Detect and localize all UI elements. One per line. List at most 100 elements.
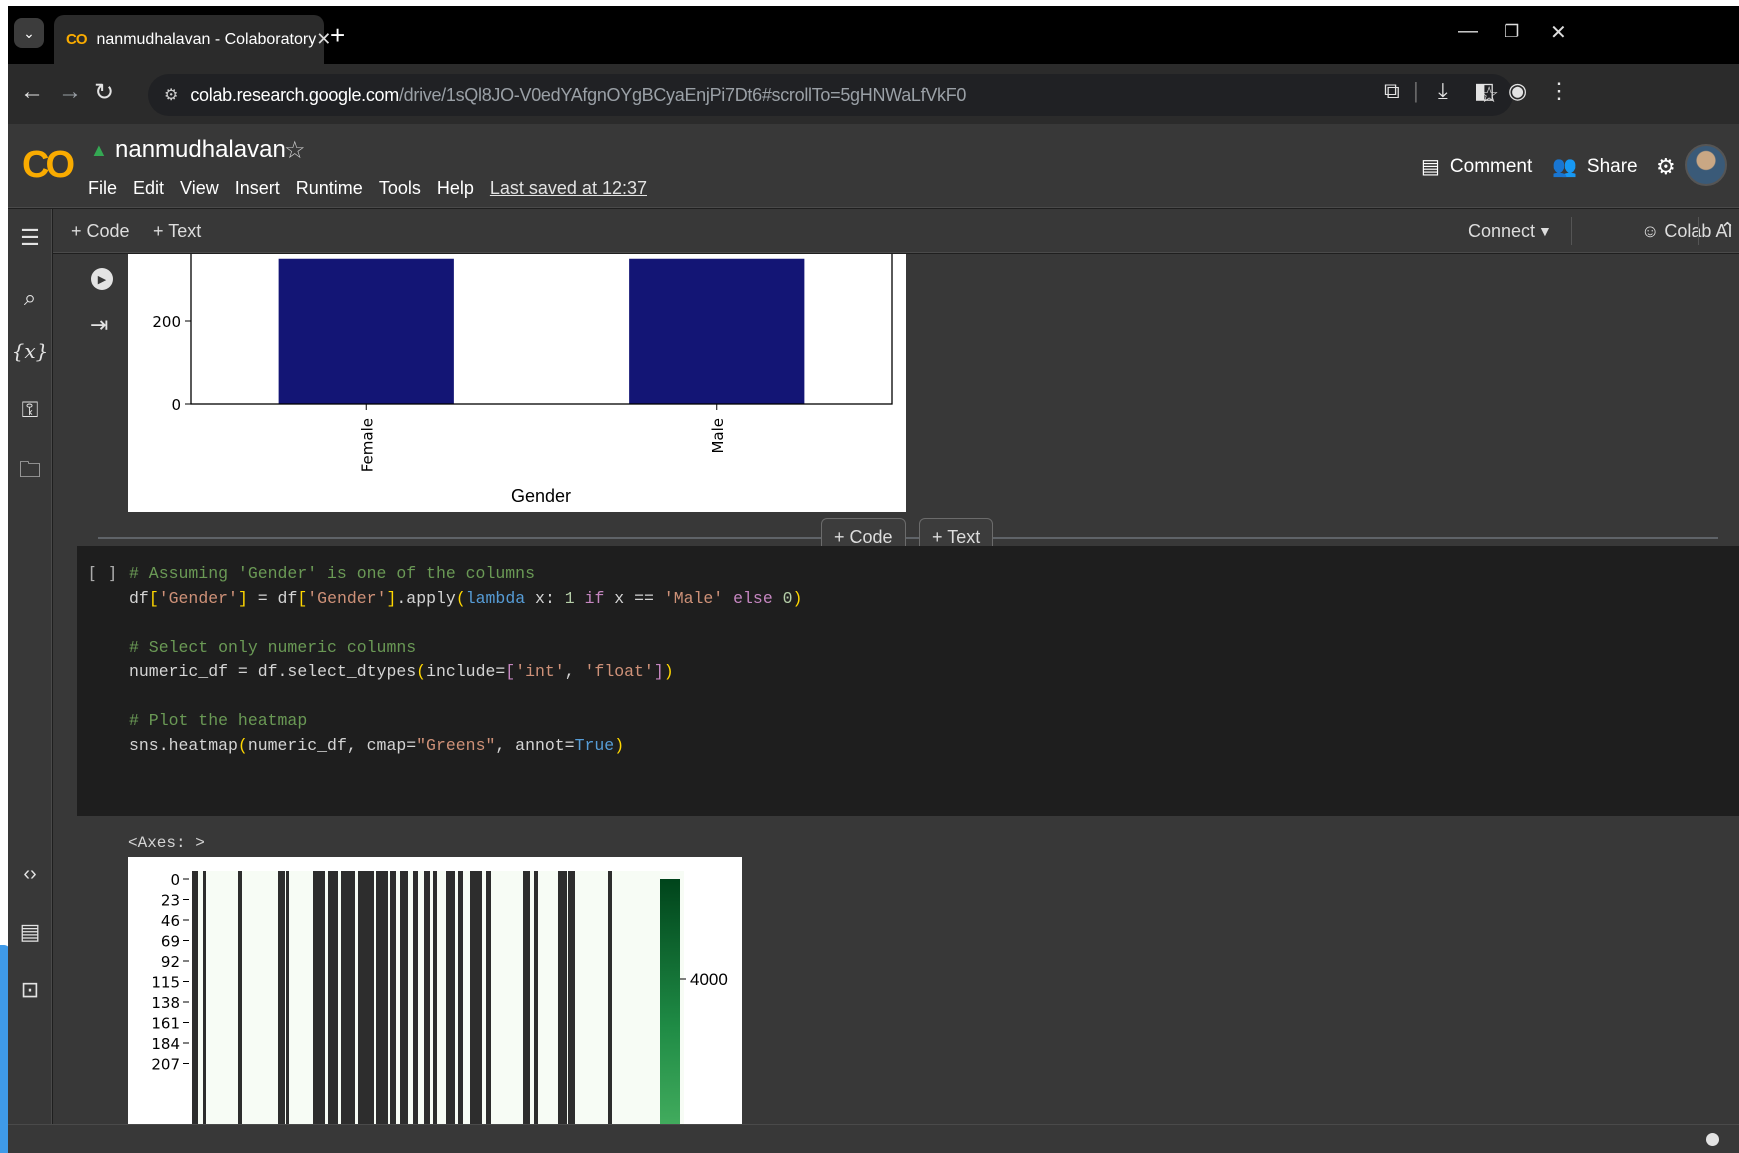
connect-button[interactable]: Connect <box>1468 221 1535 242</box>
star-icon[interactable]: ☆ <box>284 136 306 165</box>
restore-icon[interactable]: ❐ <box>1504 22 1519 42</box>
tab-search-button[interactable]: ⌄ <box>14 18 44 48</box>
colab-ai-icon: ☺ <box>1641 221 1660 241</box>
heatmap-annotation-column <box>458 871 463 1124</box>
browser-toolbar: ← → ↻ ⚙ colab.research.google.com/drive/… <box>8 64 1739 124</box>
code-snippets-icon[interactable]: ‹› <box>8 863 52 886</box>
back-arrow-icon[interactable]: ← <box>20 78 44 106</box>
heatmap-svg: 0 23 46 69 92 115 138 161 184 207 4000 <box>151 871 728 1124</box>
x-axis-label: Gender <box>511 486 571 506</box>
caret-down-icon[interactable]: ▼ <box>1538 223 1552 239</box>
code-editor[interactable]: # Assuming 'Gender' is one of the column… <box>129 562 802 758</box>
add-text-button[interactable]: + Text <box>153 221 201 242</box>
share-label: Share <box>1586 155 1638 177</box>
kebab-menu-icon[interactable]: ⋮ <box>1548 78 1570 104</box>
heatmap-y-tick-label: 69 <box>161 933 180 951</box>
execution-count[interactable]: [ ] <box>87 564 118 584</box>
people-icon: 👥 <box>1552 156 1577 178</box>
code-comment: # Select only numeric columns <box>129 637 417 657</box>
heatmap-annotation-column <box>523 871 530 1124</box>
colorbar <box>660 879 680 1124</box>
search-icon[interactable]: ⌕ <box>8 285 52 311</box>
tab-title: nanmudhalavan - Colaboratory <box>96 30 317 48</box>
code-comment: # Assuming 'Gender' is one of the column… <box>129 564 535 583</box>
heatmap-annotation-column <box>400 871 408 1124</box>
heatmap-annotation-column <box>433 871 437 1124</box>
cell-divider <box>98 537 1718 539</box>
menu-file[interactable]: File <box>88 178 117 199</box>
status-indicator[interactable] <box>1706 1133 1719 1146</box>
menu-help[interactable]: Help <box>437 178 474 199</box>
menu-edit[interactable]: Edit <box>133 178 164 199</box>
command-palette-icon[interactable]: ▤ <box>8 919 52 945</box>
heatmap-annotation-column <box>376 871 388 1124</box>
code-comment: # Plot the heatmap <box>129 711 308 730</box>
site-info-icon[interactable]: ⚙ <box>164 85 178 105</box>
heatmap-annotation-column <box>486 871 491 1124</box>
heatmap-annotation-column <box>413 871 418 1124</box>
variables-icon[interactable]: {x} <box>8 339 52 363</box>
url-text: colab.research.google.com/drive/1sQl8JO-… <box>190 84 967 105</box>
heatmap-y-tick-label: 138 <box>151 994 180 1012</box>
menu-runtime[interactable]: Runtime <box>296 178 363 199</box>
heatmap-y-tick-label: 0 <box>170 871 180 889</box>
heatmap-y-tick-label: 92 <box>161 953 180 971</box>
heatmap-annotation-column <box>341 871 355 1124</box>
address-bar[interactable]: ⚙ colab.research.google.com/drive/1sQl8J… <box>148 74 1513 116</box>
key-icon[interactable]: ⚿ <box>8 397 52 423</box>
heatmap-y-tick-label: 46 <box>161 912 180 930</box>
x-tick-label: Female <box>358 418 376 472</box>
x-tick-label: Male <box>709 418 727 454</box>
side-panel-icon[interactable]: ◧ <box>1474 78 1495 104</box>
browser-window: ⌄ CO nanmudhalavan - Colaboratory ✕ + — … <box>8 6 1739 1153</box>
heatmap-annotation-column <box>313 871 325 1124</box>
bar-male <box>629 258 805 404</box>
reload-icon[interactable]: ↻ <box>94 78 114 107</box>
heatmap-annotation-column <box>203 871 206 1124</box>
run-cell-icon[interactable]: ▶ <box>91 268 113 290</box>
share-button[interactable]: 👥 Share <box>1552 154 1638 179</box>
comment-button[interactable]: ▤ Comment <box>1421 154 1532 179</box>
toolbar-divider <box>1698 217 1699 245</box>
window-close-icon[interactable]: ✕ <box>1550 20 1567 45</box>
heatmap-annotation-column <box>558 871 567 1124</box>
heatmap-annotation-column <box>328 871 338 1124</box>
y-tick-label: 200 <box>152 313 181 331</box>
add-code-button[interactable]: + Code <box>71 221 130 242</box>
colab-favicon-icon: CO <box>66 31 87 48</box>
heatmap-annotation-column <box>608 871 612 1124</box>
last-saved-link[interactable]: Last saved at 12:37 <box>490 178 647 199</box>
settings-button[interactable]: ⚙ <box>1656 154 1676 180</box>
output-actions-icon[interactable]: ⇥ <box>90 312 108 338</box>
folder-icon[interactable]: 🗀 <box>8 453 52 491</box>
heatmap-annotation-column <box>424 871 430 1124</box>
menu-view[interactable]: View <box>180 178 219 199</box>
google-drive-icon[interactable]: ▲ <box>90 140 108 161</box>
terminal-icon[interactable]: ⊡ <box>8 977 52 1003</box>
toc-icon[interactable]: ☰ <box>8 225 52 251</box>
heatmap-y-tick-label: 207 <box>151 1056 180 1074</box>
notebook-toolbar: + Code + Text Connect ▼ ☺ Colab AI ⌃ <box>53 209 1739 253</box>
menu-tools[interactable]: Tools <box>379 178 421 199</box>
comment-label: Comment <box>1449 155 1533 177</box>
extensions-icon[interactable]: ⧉ <box>1384 78 1400 104</box>
notebook-content: ▶ ⇥ 0 200 Female Male Gender + Code + Text… <box>53 254 1739 1124</box>
avatar[interactable] <box>1685 144 1727 186</box>
heatmap-annotation-column <box>286 871 289 1124</box>
collapse-icon[interactable]: ⌃ <box>1720 219 1735 240</box>
status-bar <box>8 1124 1739 1153</box>
minimize-icon[interactable]: — <box>1458 20 1478 43</box>
colab-ai-button[interactable]: ☺ Colab AI <box>1641 221 1732 242</box>
colab-logo[interactable]: CO <box>22 144 75 187</box>
menu-insert[interactable]: Insert <box>235 178 280 199</box>
browser-tab[interactable]: CO nanmudhalavan - Colaboratory ✕ <box>54 15 331 64</box>
profile-icon[interactable]: ◉ <box>1508 78 1527 104</box>
forward-arrow-icon[interactable]: → <box>58 78 82 106</box>
tab-strip: ⌄ CO nanmudhalavan - Colaboratory ✕ + — … <box>8 6 1739 64</box>
download-icon[interactable]: ⤓ <box>1438 78 1448 104</box>
code-cell[interactable]: [ ] # Assuming 'Gender' is one of the co… <box>77 546 1739 816</box>
new-tab-button[interactable]: + <box>330 20 345 51</box>
heatmap-y-tick-label: 115 <box>151 974 180 992</box>
notebook-title[interactable]: nanmudhalavan <box>115 136 286 164</box>
heatmap-annotation-column <box>278 871 285 1124</box>
